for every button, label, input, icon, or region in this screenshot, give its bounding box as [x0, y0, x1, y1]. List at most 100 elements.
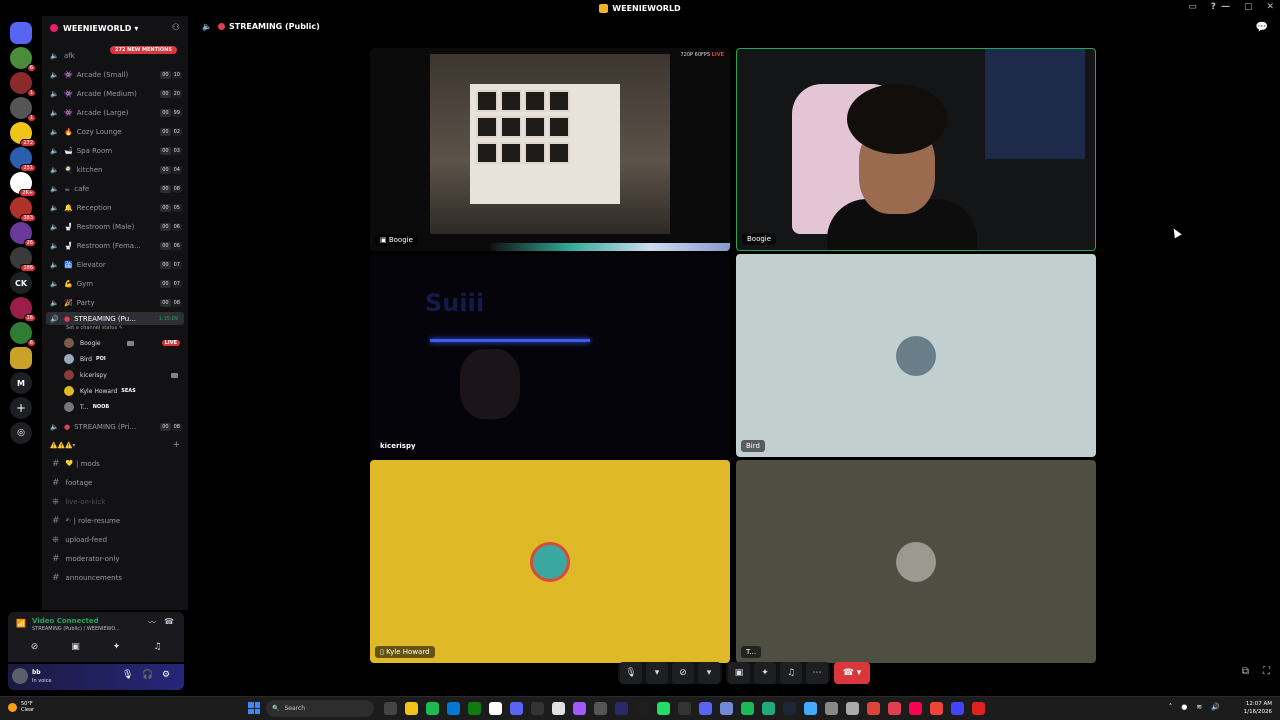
voice-channel-path[interactable]: STREAMING (Public) / WEENIEWO...	[32, 626, 120, 632]
app-icon[interactable]	[636, 702, 649, 715]
camera-off-button[interactable]: ⊘	[19, 638, 51, 656]
voice-member[interactable]: Kyle Howard SEAS	[42, 383, 188, 399]
edge-icon[interactable]	[447, 702, 460, 715]
guild-header[interactable]: WEENIEWORLD ▾ ⚇	[42, 16, 188, 40]
disconnect-icon[interactable]: ☎	[164, 617, 174, 626]
avatar[interactable]	[12, 668, 28, 684]
chevron-up-icon[interactable]: ˄	[1169, 703, 1173, 711]
more-options-icon[interactable]: ⋯	[806, 662, 828, 684]
maximize-button[interactable]: ▢	[1244, 2, 1253, 12]
mic-icon[interactable]: 🎙	[122, 670, 133, 680]
channel-moderator-only[interactable]: # moderator-only	[42, 549, 188, 568]
app-icon[interactable]	[489, 702, 502, 715]
chrome-icon[interactable]	[867, 702, 880, 715]
voice-member[interactable]: Boogie LIVE	[42, 335, 188, 351]
discord-icon[interactable]	[699, 702, 712, 715]
channel-role-resume[interactable]: # ✍ | role-resume	[42, 511, 188, 530]
add-server-icon[interactable]: +	[10, 397, 32, 419]
server-icon-ck[interactable]: CK	[10, 272, 32, 294]
xbox-icon[interactable]	[468, 702, 481, 715]
fullscreen-icon[interactable]: ⛶	[1263, 666, 1270, 677]
app-icon[interactable]	[804, 702, 817, 715]
channel-arcade-large[interactable]: 🔈 👾 Arcade (Large) 00 99	[42, 103, 188, 122]
stream-tile[interactable]: 720P 60FPS LIVE ▣ Boogie	[370, 48, 730, 251]
channel-gym[interactable]: 🔈 💪 Gym 00 07	[42, 274, 188, 293]
app-icon[interactable]	[930, 702, 943, 715]
app-icon[interactable]	[762, 702, 775, 715]
activities-button[interactable]: ✦	[754, 662, 776, 684]
app-icon[interactable]	[573, 702, 586, 715]
app-icon[interactable]	[825, 702, 838, 715]
channel-spa-room[interactable]: 🔈 🛁 Spa Room 00 03	[42, 141, 188, 160]
noise-suppression-icon[interactable]: 〰	[148, 617, 156, 628]
app-icon[interactable]	[678, 702, 691, 715]
leave-call-button[interactable]: ☎ ▾	[834, 662, 870, 684]
steam-icon[interactable]	[783, 702, 796, 715]
server-icon-m[interactable]: M	[10, 372, 32, 394]
app-icon[interactable]	[594, 702, 607, 715]
channel-elevator[interactable]: 🔈 🛗 Elevator 00 07	[42, 255, 188, 274]
soundboard-button[interactable]: ♫	[780, 662, 802, 684]
close-button[interactable]: ✕	[1266, 2, 1274, 12]
clock[interactable]: 12:07 AM 1/16/2026	[1244, 700, 1272, 716]
add-channel-icon[interactable]: +	[172, 440, 180, 450]
server-icon[interactable]: 363	[10, 197, 36, 222]
channel-streaming-private[interactable]: 🔈 ● STREAMING (Pri... 00 08	[42, 417, 188, 436]
server-icon[interactable]: 1	[10, 97, 36, 122]
server-icon[interactable]: 251	[10, 147, 36, 172]
voice-member[interactable]: T... NOOB	[42, 399, 188, 415]
channel-restroom-male[interactable]: 🔈 🚽 Restroom (Male) 00 06	[42, 217, 188, 236]
app-icon[interactable]	[531, 702, 544, 715]
mic-button[interactable]: 🎙	[620, 662, 642, 684]
app-icon[interactable]	[720, 702, 733, 715]
discover-icon[interactable]: ◎	[10, 422, 32, 444]
channel-upload-feed[interactable]: ⎈ upload-feed	[42, 530, 188, 549]
weather-widget[interactable]: 50°F Clear	[8, 701, 34, 713]
settings-gear-icon[interactable]: ⚙	[162, 670, 170, 680]
tiktok-icon[interactable]	[909, 702, 922, 715]
server-icon-weenieworld[interactable]	[10, 347, 32, 369]
voice-member[interactable]: kicerispy	[42, 367, 188, 383]
video-tile[interactable]: Boogie	[736, 48, 1096, 251]
server-icon[interactable]: 186	[10, 247, 36, 272]
tray-app-icon[interactable]: ●	[1181, 703, 1187, 711]
channel-arcade-medium[interactable]: 🔈 👾 Arcade (Medium) 00 20	[42, 84, 188, 103]
category-header[interactable]: ⚠️⚠️⚠️ ▾ +	[42, 436, 188, 454]
channel-live-on-kick[interactable]: ⎈ live-on-kick	[42, 492, 188, 511]
video-tile[interactable]: Suiii kicerispy	[370, 254, 730, 457]
channel-announcements[interactable]: # announcements	[42, 568, 188, 587]
channel-reception[interactable]: 🔈 🔔 Reception 00 05	[42, 198, 188, 217]
server-icon[interactable]: 16	[10, 297, 36, 322]
taskbar-search[interactable]: 🔍 Search	[266, 700, 374, 717]
volume-icon[interactable]: 🔊	[1211, 703, 1220, 711]
channel-status[interactable]: Set a channel status ✎	[42, 325, 188, 335]
activities-button[interactable]: ✦	[101, 638, 133, 656]
channel-cafe[interactable]: 🔈 ☕ cafe 00 08	[42, 179, 188, 198]
start-button[interactable]	[248, 702, 260, 714]
server-icon[interactable]: 2K+	[10, 172, 36, 197]
camera-options-chevron-icon[interactable]: ▾	[698, 662, 720, 684]
premiere-icon[interactable]	[615, 702, 628, 715]
new-mentions-pill[interactable]: 272 NEW MENTIONS	[110, 46, 177, 54]
chat-icon[interactable]: 💬	[1256, 22, 1268, 33]
signal-icon[interactable]: 📶	[16, 619, 26, 628]
app-icon[interactable]	[972, 702, 985, 715]
video-tile[interactable]: Bird	[736, 254, 1096, 457]
popout-icon[interactable]: ⧉	[1242, 666, 1249, 677]
app-icon[interactable]	[846, 702, 859, 715]
screen-share-button[interactable]: ▣	[60, 638, 92, 656]
user-name[interactable]: bb	[32, 669, 41, 676]
task-view-icon[interactable]	[384, 702, 397, 715]
channel-arcade-small[interactable]: 🔈 👾 Arcade (Small) 00 10	[42, 65, 188, 84]
channel-cozy-lounge[interactable]: 🔈 🔥 Cozy Lounge 00 02	[42, 122, 188, 141]
headphones-icon[interactable]: 🎧	[142, 670, 153, 680]
minimize-button[interactable]: —	[1221, 2, 1230, 12]
channel-restroom-female[interactable]: 🔈 🚽 Restroom (Fema... 00 06	[42, 236, 188, 255]
app-icon[interactable]	[510, 702, 523, 715]
app-icon[interactable]	[657, 702, 670, 715]
app-icon[interactable]	[951, 702, 964, 715]
voice-status-title[interactable]: Video Connected	[32, 617, 99, 625]
file-explorer-icon[interactable]	[405, 702, 418, 715]
spotify-icon[interactable]	[741, 702, 754, 715]
channel-footage[interactable]: # footage	[42, 473, 188, 492]
